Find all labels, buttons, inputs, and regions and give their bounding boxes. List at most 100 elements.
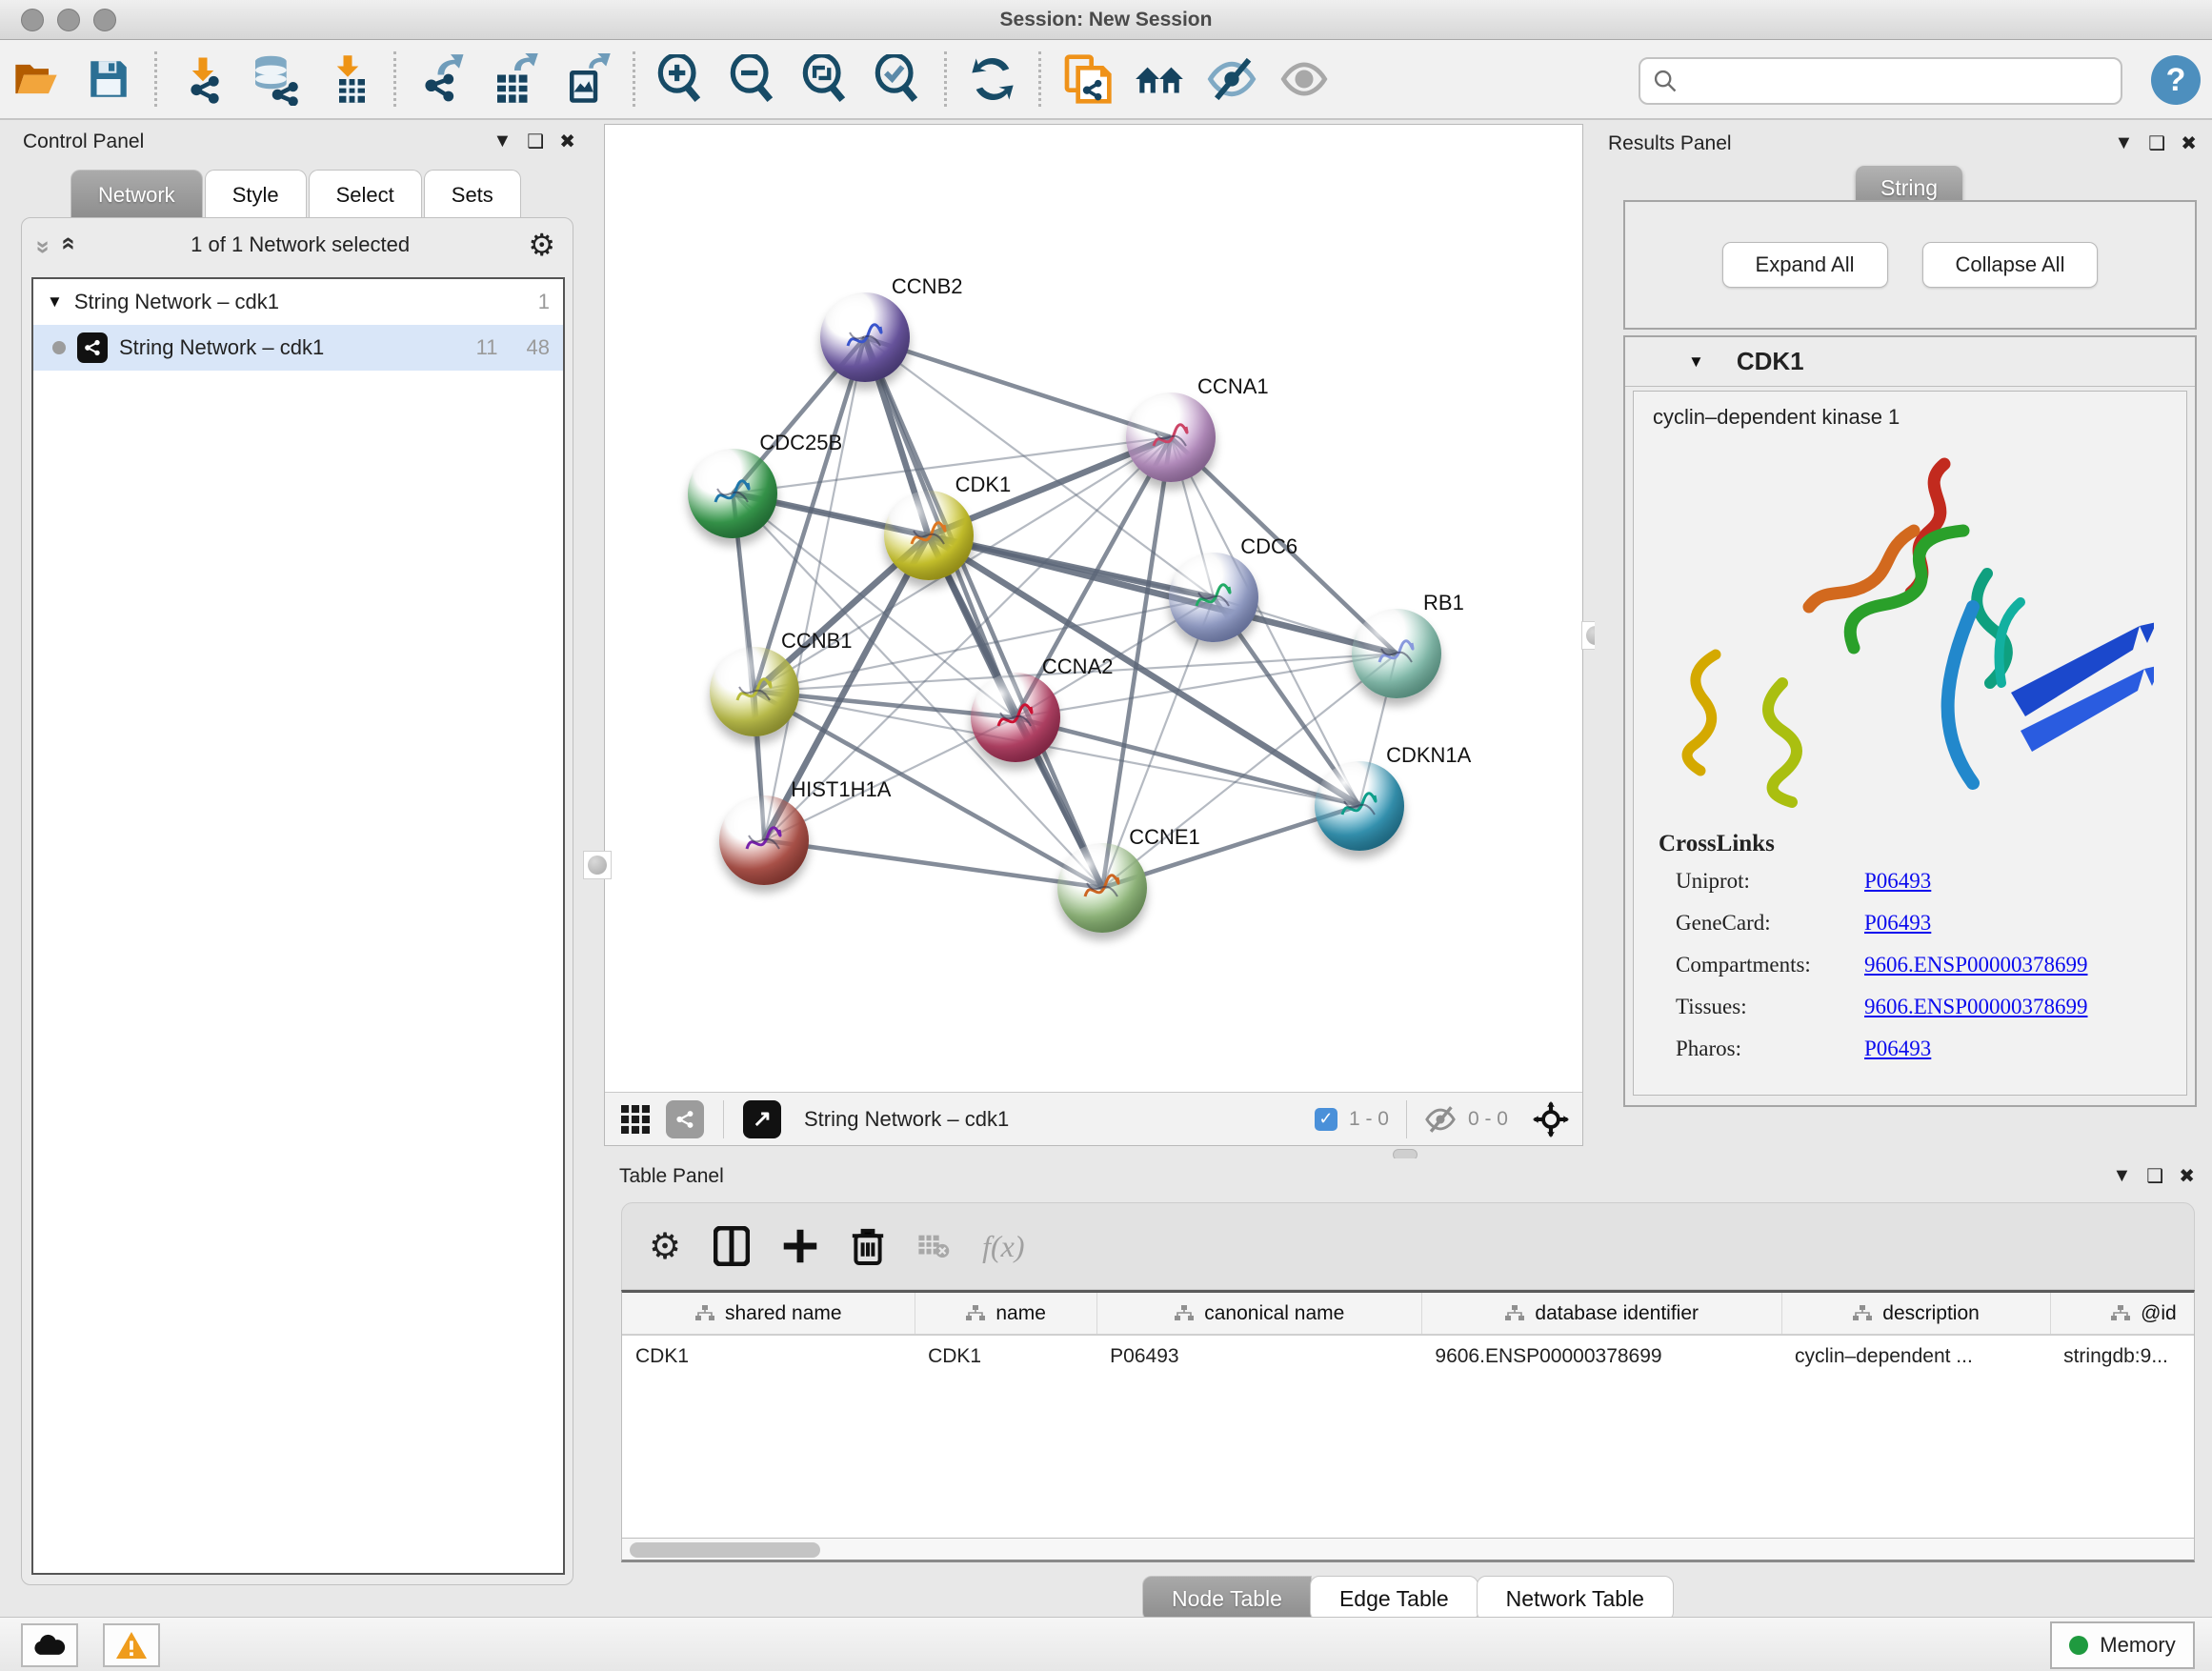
tab-node-table[interactable]: Node Table [1142, 1576, 1312, 1621]
export-table-button[interactable] [484, 49, 545, 110]
network-node-RB1[interactable] [1352, 609, 1441, 698]
table-cell[interactable]: stringdb:9... [2050, 1335, 2195, 1377]
collection-expand-icon[interactable]: ▼ [47, 292, 63, 312]
column-header[interactable]: canonical name [1096, 1293, 1421, 1335]
help-button[interactable]: ? [2151, 55, 2201, 105]
network-collection-row[interactable]: ▼ String Network – cdk1 1 [33, 279, 563, 325]
apply-layout-button[interactable] [962, 49, 1023, 110]
crosslink-link[interactable]: 9606.ENSP00000378699 [1864, 995, 2088, 1019]
network-edge[interactable] [865, 337, 1171, 437]
tab-sets[interactable]: Sets [424, 170, 521, 219]
table-cell[interactable]: P06493 [1096, 1335, 1421, 1377]
network-options-gear-icon[interactable]: ⚙ [528, 227, 555, 263]
zoom-fit-button[interactable] [795, 49, 856, 110]
home-string-button[interactable] [1129, 49, 1190, 110]
toolbar-search[interactable] [1639, 57, 2122, 105]
birds-eye-crosshair-icon[interactable] [1533, 1101, 1569, 1137]
table-options-gear-icon[interactable]: ⚙ [649, 1225, 681, 1268]
table-row[interactable]: CDK1CDK1P064939606.ENSP00000378699cyclin… [622, 1335, 2195, 1377]
column-header[interactable]: description [1781, 1293, 2050, 1335]
gene-section-header[interactable]: ▼ CDK1 [1625, 337, 2195, 387]
network-edge[interactable] [764, 840, 1102, 888]
table-cell[interactable]: CDK1 [622, 1335, 915, 1377]
table-panel-float-icon[interactable]: ❑ [2146, 1164, 2163, 1188]
network-edge[interactable] [929, 535, 1397, 654]
table-panel-close-icon[interactable]: ✖ [2179, 1164, 2195, 1188]
network-node-CDC25B[interactable] [688, 449, 777, 538]
column-header[interactable]: database identifier [1421, 1293, 1781, 1335]
expand-all-button[interactable]: Expand All [1722, 242, 1888, 288]
table-horizontal-scrollbar[interactable] [621, 1538, 2195, 1562]
crosslink-link[interactable]: P06493 [1864, 1037, 1931, 1061]
import-network-database-button[interactable] [245, 49, 306, 110]
table-panel-collapse-icon[interactable]: ▼ [2113, 1165, 2132, 1187]
control-panel-close-icon[interactable]: ✖ [559, 130, 575, 153]
delete-table-icon[interactable] [917, 1232, 950, 1260]
import-network-file-button[interactable] [172, 49, 233, 110]
network-row-selected[interactable]: String Network – cdk1 11 48 [33, 325, 563, 371]
zoom-out-button[interactable] [723, 49, 784, 110]
warnings-button[interactable] [103, 1623, 160, 1667]
zoom-window-button[interactable] [93, 9, 116, 31]
export-network-button[interactable] [412, 49, 473, 110]
network-node-CDKN1A[interactable] [1315, 761, 1404, 851]
collapse-all-button[interactable]: Collapse All [1922, 242, 2099, 288]
export-image-button[interactable] [556, 49, 617, 110]
tab-style[interactable]: Style [205, 170, 307, 219]
grid-view-icon[interactable] [618, 1102, 653, 1137]
control-panel-collapse-icon[interactable]: ▼ [493, 131, 513, 152]
table-cell[interactable]: cyclin–dependent ... [1781, 1335, 2050, 1377]
tab-network[interactable]: Network [70, 170, 203, 219]
cloud-status-button[interactable] [21, 1623, 78, 1667]
network-edge[interactable] [764, 337, 865, 840]
results-panel-collapse-icon[interactable]: ▼ [2115, 132, 2134, 154]
network-node-CCNA2[interactable] [971, 673, 1060, 762]
close-window-button[interactable] [21, 9, 44, 31]
save-session-button[interactable] [78, 49, 139, 110]
detach-view-icon[interactable]: ↗ [743, 1100, 781, 1138]
copy-network-button[interactable] [1056, 49, 1117, 110]
gene-expand-icon[interactable]: ▼ [1688, 352, 1704, 372]
network-node-CCNE1[interactable] [1057, 843, 1147, 933]
delete-column-trash-icon[interactable] [851, 1227, 885, 1265]
window-traffic-lights[interactable] [21, 9, 116, 31]
tab-edge-table[interactable]: Edge Table [1310, 1576, 1478, 1621]
hidden-items-eye-slash-icon[interactable] [1424, 1103, 1457, 1136]
crosslink-link[interactable]: P06493 [1864, 869, 1931, 894]
column-header[interactable]: shared name [622, 1293, 915, 1335]
column-header[interactable]: @id [2050, 1293, 2195, 1335]
function-builder-button[interactable]: f(x) [982, 1229, 1024, 1264]
network-node-CCNB1[interactable] [710, 647, 799, 736]
tab-network-table[interactable]: Network Table [1477, 1576, 1674, 1621]
network-edge[interactable] [865, 337, 1102, 888]
memory-button[interactable]: Memory [2050, 1621, 2195, 1669]
show-glass-eye-button[interactable] [1274, 49, 1335, 110]
selected-items-checkbox[interactable]: ✓ [1315, 1108, 1337, 1131]
node-table[interactable]: shared namenamecanonical namedatabase id… [621, 1290, 2195, 1538]
open-session-button[interactable] [6, 49, 67, 110]
search-input[interactable] [1679, 70, 2098, 92]
results-panel-close-icon[interactable]: ✖ [2181, 131, 2197, 155]
hide-glass-eye-button[interactable] [1201, 49, 1262, 110]
show-columns-icon[interactable] [714, 1226, 750, 1266]
tab-select[interactable]: Select [309, 170, 422, 219]
table-cell[interactable]: 9606.ENSP00000378699 [1421, 1335, 1781, 1377]
scrollbar-thumb[interactable] [630, 1542, 820, 1558]
control-panel-float-icon[interactable]: ❑ [527, 130, 544, 153]
network-node-CCNA1[interactable] [1126, 393, 1216, 482]
network-node-HIST1H1A[interactable] [719, 795, 809, 885]
column-header[interactable]: name [915, 1293, 1096, 1335]
zoom-in-button[interactable] [651, 49, 712, 110]
minimize-window-button[interactable] [57, 9, 80, 31]
network-edge[interactable] [733, 493, 1214, 598]
network-node-CCNB2[interactable] [820, 292, 910, 382]
table-cell[interactable]: CDK1 [915, 1335, 1096, 1377]
network-canvas[interactable]: CCNB2CCNA1CDC25BCDK1CDC6RB1CCNB1CCNA2CDK… [605, 125, 1582, 1092]
results-panel-float-icon[interactable]: ❑ [2148, 131, 2165, 155]
crosslink-link[interactable]: 9606.ENSP00000378699 [1864, 953, 2088, 977]
import-table-file-button[interactable] [317, 49, 378, 110]
expand-all-networks-icon[interactable]: » [52, 240, 82, 250]
crosslink-link[interactable]: P06493 [1864, 911, 1931, 936]
create-column-plus-icon[interactable] [782, 1228, 818, 1264]
network-node-CDC6[interactable] [1169, 553, 1258, 642]
